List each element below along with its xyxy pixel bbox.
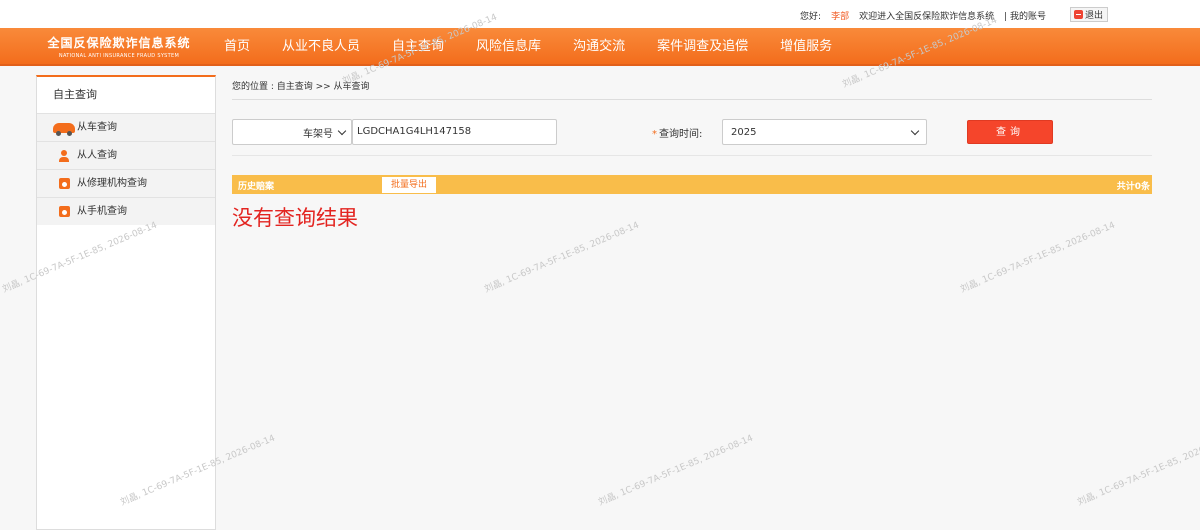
username-link[interactable]: 李部 bbox=[831, 9, 849, 22]
user-info: 您好: 李部 欢迎进入全国反保险欺诈信息系统 | 我的账号 bbox=[800, 9, 1050, 22]
logout-button[interactable]: 退出 bbox=[1069, 7, 1108, 22]
person-icon bbox=[59, 149, 69, 162]
logout-icon bbox=[1073, 10, 1083, 19]
result-header-bar: 历史赔案 批量导出 共计0条 bbox=[232, 175, 1152, 194]
logo[interactable]: 全国反保险欺诈信息系统 NATIONAL ANTI INSURANCE FRAU… bbox=[34, 34, 204, 59]
query-year-value: 2025 bbox=[731, 126, 757, 138]
greeting-text: 您好: bbox=[800, 12, 822, 22]
sidebar: 自主查询 从车查询 从人查询 从修理机构查询 从手机查询 bbox=[36, 75, 216, 530]
main-content: 您的位置 : 自主查询 >> 从车查询 车架号 LGDCHA1G4LH14715… bbox=[232, 75, 1152, 530]
nav-item-bad-practitioners[interactable]: 从业不良人员 bbox=[282, 28, 360, 66]
query-type-select[interactable]: 车架号 bbox=[232, 119, 352, 145]
result-total-count: 共计0条 bbox=[1116, 182, 1150, 192]
divider bbox=[232, 155, 1152, 156]
main-nav: 全国反保险欺诈信息系统 NATIONAL ANTI INSURANCE FRAU… bbox=[0, 28, 1200, 66]
chevron-down-icon bbox=[337, 126, 347, 135]
phone-query-icon bbox=[58, 206, 70, 217]
required-star: * bbox=[652, 129, 657, 140]
sidebar-item-person-query[interactable]: 从人查询 bbox=[37, 141, 215, 169]
sidebar-item-vehicle-query[interactable]: 从车查询 bbox=[37, 113, 215, 141]
nav-item-value-added[interactable]: 增值服务 bbox=[780, 28, 832, 66]
welcome-text: 欢迎进入全国反保险欺诈信息系统 bbox=[859, 12, 995, 22]
result-header-title: 历史赔案 bbox=[238, 182, 275, 192]
top-bar: 您好: 李部 欢迎进入全国反保险欺诈信息系统 | 我的账号 退出 bbox=[0, 0, 1200, 28]
sidebar-item-phone-query[interactable]: 从手机查询 bbox=[37, 197, 215, 225]
logo-title: 全国反保险欺诈信息系统 bbox=[47, 36, 191, 50]
nav-items: 首页 从业不良人员 自主查询 风险信息库 沟通交流 案件调查及追偿 增值服务 bbox=[224, 28, 864, 66]
breadcrumb: 您的位置 : 自主查询 >> 从车查询 bbox=[232, 75, 1152, 100]
query-type-value: 车架号 bbox=[303, 128, 333, 140]
sidebar-item-label: 从手机查询 bbox=[77, 205, 127, 217]
batch-export-button[interactable]: 批量导出 bbox=[382, 177, 437, 193]
nav-item-risk-database[interactable]: 风险信息库 bbox=[476, 28, 541, 66]
query-form: 车架号 LGDCHA1G4LH147158 * 查询时间: 2025 查询 bbox=[232, 119, 1152, 145]
sidebar-item-repair-shop-query[interactable]: 从修理机构查询 bbox=[37, 169, 215, 197]
my-account-link[interactable]: | 我的账号 bbox=[1004, 9, 1046, 22]
repair-shop-icon bbox=[58, 178, 70, 189]
vin-input[interactable]: LGDCHA1G4LH147158 bbox=[352, 119, 557, 145]
sidebar-title: 自主查询 bbox=[37, 77, 215, 113]
nav-item-communication[interactable]: 沟通交流 bbox=[573, 28, 625, 66]
query-time-label: * 查询时间: bbox=[652, 129, 703, 140]
sidebar-item-label: 从人查询 bbox=[77, 149, 117, 161]
sidebar-item-label: 从修理机构查询 bbox=[77, 177, 147, 189]
nav-item-case-investigation[interactable]: 案件调查及追偿 bbox=[657, 28, 748, 66]
query-button[interactable]: 查询 bbox=[967, 120, 1053, 144]
logout-label: 退出 bbox=[1084, 11, 1103, 21]
nav-item-self-query[interactable]: 自主查询 bbox=[392, 28, 444, 66]
car-icon bbox=[53, 122, 75, 136]
no-result-text: 没有查询结果 bbox=[232, 206, 358, 230]
query-year-select[interactable]: 2025 bbox=[722, 119, 927, 145]
nav-item-home[interactable]: 首页 bbox=[224, 28, 250, 66]
sidebar-item-label: 从车查询 bbox=[77, 121, 117, 133]
logo-subtitle: NATIONAL ANTI INSURANCE FRAUD SYSTEM bbox=[58, 53, 180, 59]
chevron-down-icon bbox=[910, 126, 920, 135]
